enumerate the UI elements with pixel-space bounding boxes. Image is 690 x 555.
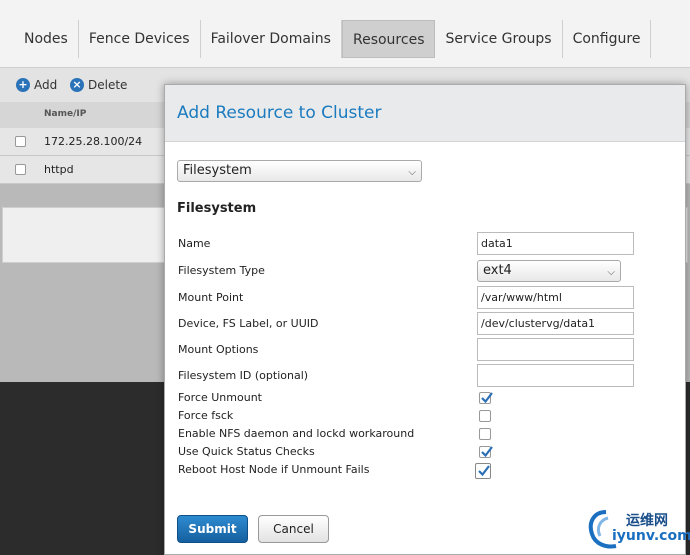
chevron-down-icon: ⌵: [607, 267, 615, 278]
delete-button[interactable]: × Delete: [70, 78, 127, 92]
name-label: Name: [178, 237, 211, 250]
mount-point-input[interactable]: /var/www/html: [477, 286, 634, 309]
cancel-button[interactable]: Cancel: [258, 515, 329, 543]
top-navigation: Nodes Fence Devices Failover Domains Res…: [0, 0, 690, 68]
quick-status-label: Use Quick Status Checks: [178, 445, 315, 458]
resource-type-select[interactable]: Filesystem ⌵: [177, 160, 422, 182]
device-label: Device, FS Label, or UUID: [178, 317, 319, 330]
force-fsck-checkbox[interactable]: [479, 410, 491, 422]
close-icon: ×: [70, 78, 84, 92]
device-input[interactable]: /dev/clustervg/data1: [477, 312, 634, 335]
watermark-bottom-text: iyunv.com: [612, 528, 690, 544]
checkmark-icon: [481, 446, 493, 458]
row-checkbox[interactable]: [15, 164, 26, 175]
dialog-title: Add Resource to Cluster: [177, 103, 382, 123]
add-button-label: Add: [34, 78, 58, 92]
add-button[interactable]: + Add: [16, 78, 57, 92]
chevron-down-icon: ⌵: [408, 167, 416, 178]
tab-nodes[interactable]: Nodes: [14, 20, 79, 58]
nfs-workaround-label: Enable NFS daemon and lockd workaround: [178, 427, 415, 440]
mount-options-input[interactable]: [477, 338, 634, 361]
tab-service-groups[interactable]: Service Groups: [435, 20, 563, 58]
plus-icon: +: [16, 78, 30, 92]
watermark: 运维网 iyunv.com: [586, 504, 690, 552]
column-header-name-ip: Name/IP: [44, 109, 87, 119]
fs-type-label: Filesystem Type: [178, 264, 265, 277]
tab-failover-domains[interactable]: Failover Domains: [201, 20, 342, 58]
force-unmount-checkbox[interactable]: [479, 392, 493, 404]
name-input[interactable]: data1: [477, 232, 634, 255]
row-name: 172.25.28.100/24: [44, 135, 143, 148]
row-checkbox[interactable]: [15, 136, 26, 147]
resource-type-value: Filesystem: [183, 163, 252, 178]
watermark-top-text: 运维网: [626, 513, 668, 529]
checkmark-icon: [481, 392, 493, 404]
nav-tabs: Nodes Fence Devices Failover Domains Res…: [14, 20, 652, 58]
delete-button-label: Delete: [88, 78, 128, 92]
add-resource-dialog: Add Resource to Cluster Filesystem ⌵ Fil…: [164, 84, 686, 555]
fs-id-input[interactable]: [477, 364, 634, 387]
reboot-host-checkbox[interactable]: [475, 463, 491, 479]
force-unmount-label: Force Unmount: [178, 391, 262, 404]
section-title: Filesystem: [177, 201, 257, 216]
mount-options-label: Mount Options: [178, 343, 259, 356]
tab-configure[interactable]: Configure: [563, 20, 652, 58]
mount-point-label: Mount Point: [178, 291, 244, 304]
dialog-header: Add Resource to Cluster: [165, 85, 685, 142]
fs-type-select[interactable]: ext4 ⌵: [477, 260, 621, 282]
force-fsck-label: Force fsck: [178, 409, 234, 422]
quick-status-checkbox[interactable]: [479, 446, 493, 458]
row-name: httpd: [44, 163, 74, 176]
submit-button[interactable]: Submit: [177, 515, 248, 543]
nfs-workaround-checkbox[interactable]: [479, 428, 491, 440]
reboot-host-label: Reboot Host Node if Unmount Fails: [178, 463, 370, 476]
tab-fence-devices[interactable]: Fence Devices: [79, 20, 201, 58]
fs-id-label: Filesystem ID (optional): [178, 369, 309, 382]
checkmark-icon: [478, 465, 490, 477]
tab-resources[interactable]: Resources: [341, 20, 436, 58]
fs-type-value: ext4: [483, 263, 512, 278]
